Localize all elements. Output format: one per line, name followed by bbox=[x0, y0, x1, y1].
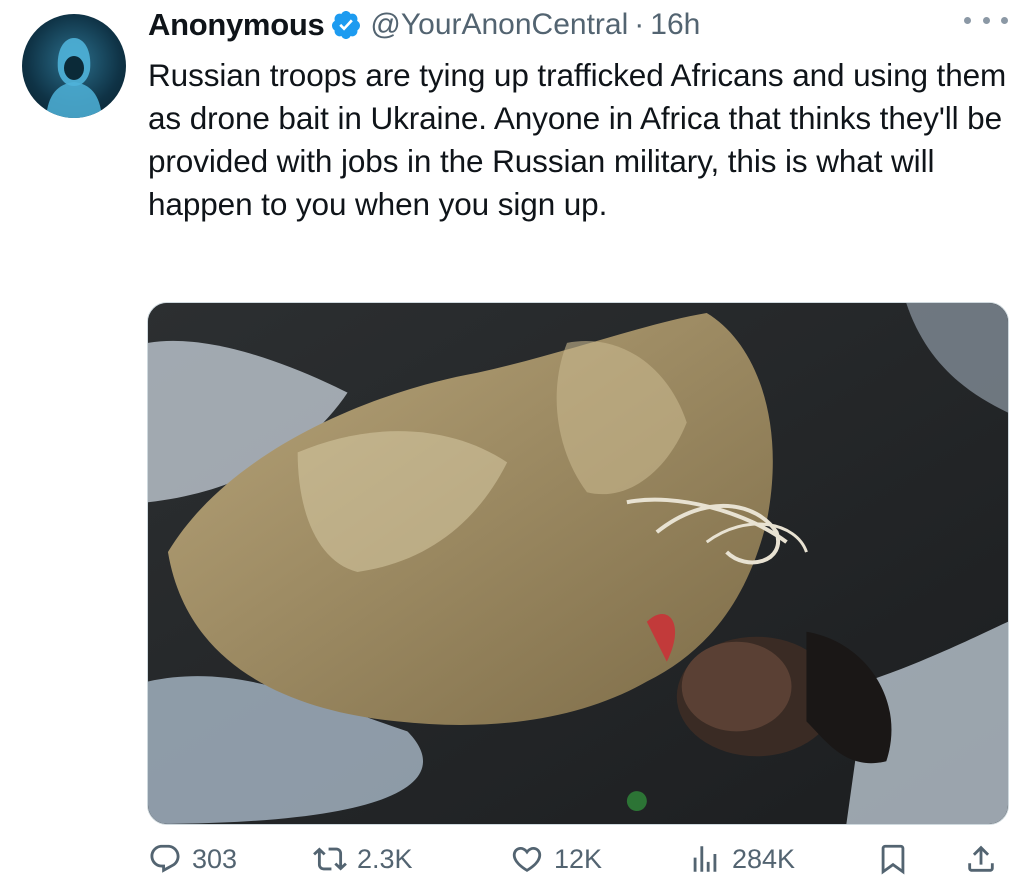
verified-badge-icon bbox=[330, 9, 362, 41]
handle[interactable]: @YourAnonCentral bbox=[370, 8, 628, 42]
separator-dot: · bbox=[634, 8, 645, 41]
avatar[interactable] bbox=[22, 14, 126, 118]
bookmark-button[interactable] bbox=[876, 842, 910, 876]
views-button[interactable]: 284K bbox=[688, 842, 795, 876]
display-name[interactable]: Anonymous bbox=[148, 7, 325, 43]
tweet-media-image[interactable] bbox=[147, 302, 1009, 825]
timestamp[interactable]: 16h bbox=[650, 8, 700, 42]
views-icon bbox=[693, 846, 717, 872]
retweet-count: 2.3K bbox=[357, 843, 413, 874]
bookmark-icon bbox=[881, 844, 905, 875]
retweet-icon bbox=[313, 847, 347, 871]
like-button[interactable]: 12K bbox=[510, 842, 602, 876]
more-icon[interactable] bbox=[964, 6, 1008, 34]
tweet-actions-bar: 303 2.3K 12K 284K bbox=[148, 838, 1008, 886]
reply-count: 303 bbox=[192, 843, 238, 874]
retweet-button[interactable]: 2.3K bbox=[313, 842, 413, 876]
like-count: 12K bbox=[554, 843, 603, 874]
views-count: 284K bbox=[732, 843, 796, 874]
tweet-header: Anonymous @YourAnonCentral · 16h bbox=[148, 4, 1006, 46]
tweet-text: Russian troops are tying up trafficked A… bbox=[148, 57, 1007, 222]
share-button[interactable] bbox=[964, 842, 998, 876]
reply-button[interactable]: 303 bbox=[148, 842, 237, 876]
heart-icon bbox=[512, 846, 542, 872]
reply-icon bbox=[150, 844, 180, 873]
share-icon bbox=[968, 845, 994, 872]
